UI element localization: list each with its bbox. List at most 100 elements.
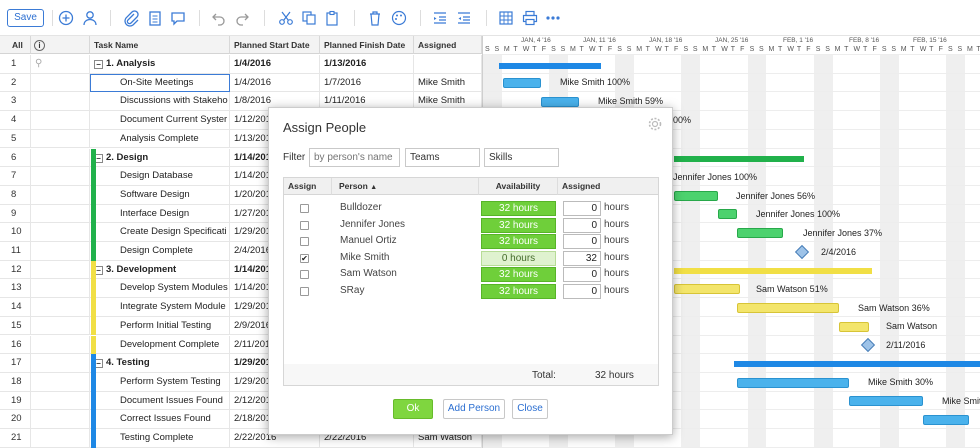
task-name-cell[interactable]: Create Design Specificati — [90, 223, 230, 242]
planned-finish-header[interactable]: Planned Finish Date — [320, 36, 414, 54]
person-row[interactable]: Bulldozer 32 hours 0 hours — [284, 200, 658, 217]
assigned-cell[interactable] — [414, 55, 482, 74]
summary-bar[interactable] — [674, 156, 804, 162]
assign-checkbox[interactable] — [300, 270, 309, 279]
outdent-icon[interactable] — [431, 9, 449, 27]
task-name-cell[interactable]: −3. Development — [90, 260, 230, 280]
task-bar[interactable] — [541, 97, 579, 107]
planned-finish-cell[interactable]: 1/13/2016 — [320, 55, 414, 74]
milestone-marker[interactable] — [794, 244, 810, 260]
redo-icon[interactable] — [233, 9, 251, 27]
summary-bar[interactable] — [734, 361, 980, 367]
person-row[interactable]: ✔ Mike Smith 0 hours 32 hours — [284, 250, 658, 267]
add-person-button[interactable]: Add Person — [443, 399, 505, 419]
task-bar[interactable] — [737, 303, 839, 313]
assign-checkbox[interactable] — [300, 286, 309, 296]
availability-column-header[interactable]: Availability — [479, 178, 558, 195]
more-icon[interactable] — [544, 9, 562, 27]
gear-icon[interactable] — [647, 116, 663, 132]
assigned-hours-input[interactable]: 0 — [563, 234, 601, 249]
assigned-hours-input[interactable]: 0 — [563, 217, 601, 233]
columns-icon[interactable] — [497, 9, 515, 27]
save-button[interactable]: Save — [7, 9, 44, 27]
print-icon[interactable] — [521, 9, 539, 27]
add-task-icon[interactable] — [57, 9, 75, 27]
notes-icon[interactable] — [146, 9, 164, 27]
collapse-toggle-icon[interactable]: − — [94, 60, 103, 69]
task-bar[interactable] — [503, 78, 541, 88]
task-name-cell[interactable]: Software Design — [90, 185, 230, 205]
task-name-header[interactable]: Task Name — [90, 36, 230, 54]
task-bar[interactable] — [849, 396, 923, 406]
close-button[interactable]: Close — [512, 399, 548, 419]
task-name-cell[interactable]: −1. Analysis — [90, 55, 230, 74]
assign-checkbox[interactable]: ✔ — [300, 253, 309, 263]
task-bar[interactable] — [839, 322, 869, 332]
milestone-marker[interactable] — [860, 337, 876, 353]
info-column-header[interactable]: i — [31, 36, 90, 54]
person-row[interactable]: SRay 32 hours 0 hours — [284, 283, 658, 300]
assign-checkbox[interactable] — [300, 220, 309, 230]
table-row[interactable]: 2 On-Site Meetings 1/4/2016 1/7/2016 Mike Sm… — [0, 73, 482, 93]
planned-start-cell[interactable]: 1/4/2016 — [230, 73, 320, 93]
task-name-cell[interactable]: Perform Initial Testing — [90, 316, 230, 336]
assigned-hours-input[interactable]: 0 — [563, 283, 601, 299]
task-name-cell[interactable]: Document Current Syster — [90, 111, 230, 130]
task-name-cell[interactable]: Integrate System Module — [90, 298, 230, 317]
table-row[interactable]: 1 ⚲ −1. Analysis 1/4/2016 1/13/2016 — [0, 55, 482, 74]
task-name-cell[interactable]: Document Issues Found — [90, 391, 230, 411]
task-name-cell[interactable]: Design Complete — [90, 242, 230, 261]
task-name-cell[interactable]: Develop System Modules — [90, 279, 230, 299]
assigned-hours-input[interactable]: 0 — [563, 267, 601, 282]
task-name-cell[interactable]: Interface Design — [90, 204, 230, 224]
planned-start-header[interactable]: Planned Start Date — [230, 36, 320, 54]
palette-icon[interactable] — [390, 9, 408, 27]
task-name-cell[interactable]: −2. Design — [90, 148, 230, 168]
person-name-filter-input[interactable] — [309, 148, 400, 167]
task-bar[interactable] — [737, 378, 849, 388]
task-bar[interactable] — [923, 415, 969, 425]
assigned-hours-input[interactable]: 0 — [563, 201, 601, 216]
assign-column-header[interactable]: Assign — [284, 178, 332, 195]
task-name-cell[interactable]: Discussions with Stakeho — [90, 92, 230, 112]
assigned-column-header[interactable]: Assigned — [558, 178, 658, 195]
comment-icon[interactable] — [169, 9, 187, 27]
task-name-cell[interactable]: On-Site Meetings — [90, 73, 230, 93]
task-name-cell[interactable]: Analysis Complete — [90, 129, 230, 149]
task-name-cell[interactable]: −4. Testing — [90, 354, 230, 373]
planned-start-cell[interactable]: 1/4/2016 — [230, 55, 320, 74]
assign-checkbox[interactable] — [300, 204, 309, 213]
assigned-hours-input[interactable]: 32 — [563, 250, 601, 266]
attachment-icon[interactable] — [122, 9, 140, 27]
summary-bar[interactable] — [674, 268, 872, 274]
skills-filter-input[interactable]: Skills — [484, 148, 559, 167]
assign-checkbox[interactable] — [300, 237, 309, 246]
task-name-cell[interactable]: Perform System Testing — [90, 372, 230, 392]
teams-filter-input[interactable]: Teams — [405, 148, 480, 167]
ok-button[interactable]: Ok — [393, 399, 433, 419]
paste-icon[interactable] — [323, 9, 341, 27]
person-row[interactable]: Manuel Ortiz 32 hours 0 hours — [284, 233, 658, 250]
person-column-header[interactable]: Person ▲ — [332, 178, 479, 195]
undo-icon[interactable] — [210, 9, 228, 27]
delete-icon[interactable] — [366, 9, 384, 27]
task-bar[interactable] — [674, 284, 740, 294]
task-name-cell[interactable]: Testing Complete — [90, 429, 230, 448]
person-row[interactable]: Sam Watson 32 hours 0 hours — [284, 266, 658, 283]
cut-icon[interactable] — [277, 9, 295, 27]
task-name-cell[interactable]: Development Complete — [90, 335, 230, 355]
task-bar[interactable] — [674, 191, 718, 201]
copy-icon[interactable] — [300, 9, 318, 27]
planned-finish-cell[interactable]: 1/7/2016 — [320, 73, 414, 93]
assigned-header[interactable]: Assigned — [414, 36, 482, 54]
user-icon[interactable] — [81, 9, 99, 27]
select-all-header[interactable]: All — [0, 36, 31, 54]
indent-icon[interactable] — [455, 9, 473, 27]
summary-bar[interactable] — [499, 63, 601, 69]
assigned-cell[interactable]: Mike Smith — [414, 73, 482, 93]
task-bar[interactable] — [718, 209, 737, 219]
task-name-cell[interactable]: Design Database — [90, 167, 230, 186]
task-bar[interactable] — [737, 228, 783, 238]
person-row[interactable]: Jennifer Jones 32 hours 0 hours — [284, 217, 658, 234]
task-name-cell[interactable]: Correct Issues Found — [90, 410, 230, 429]
